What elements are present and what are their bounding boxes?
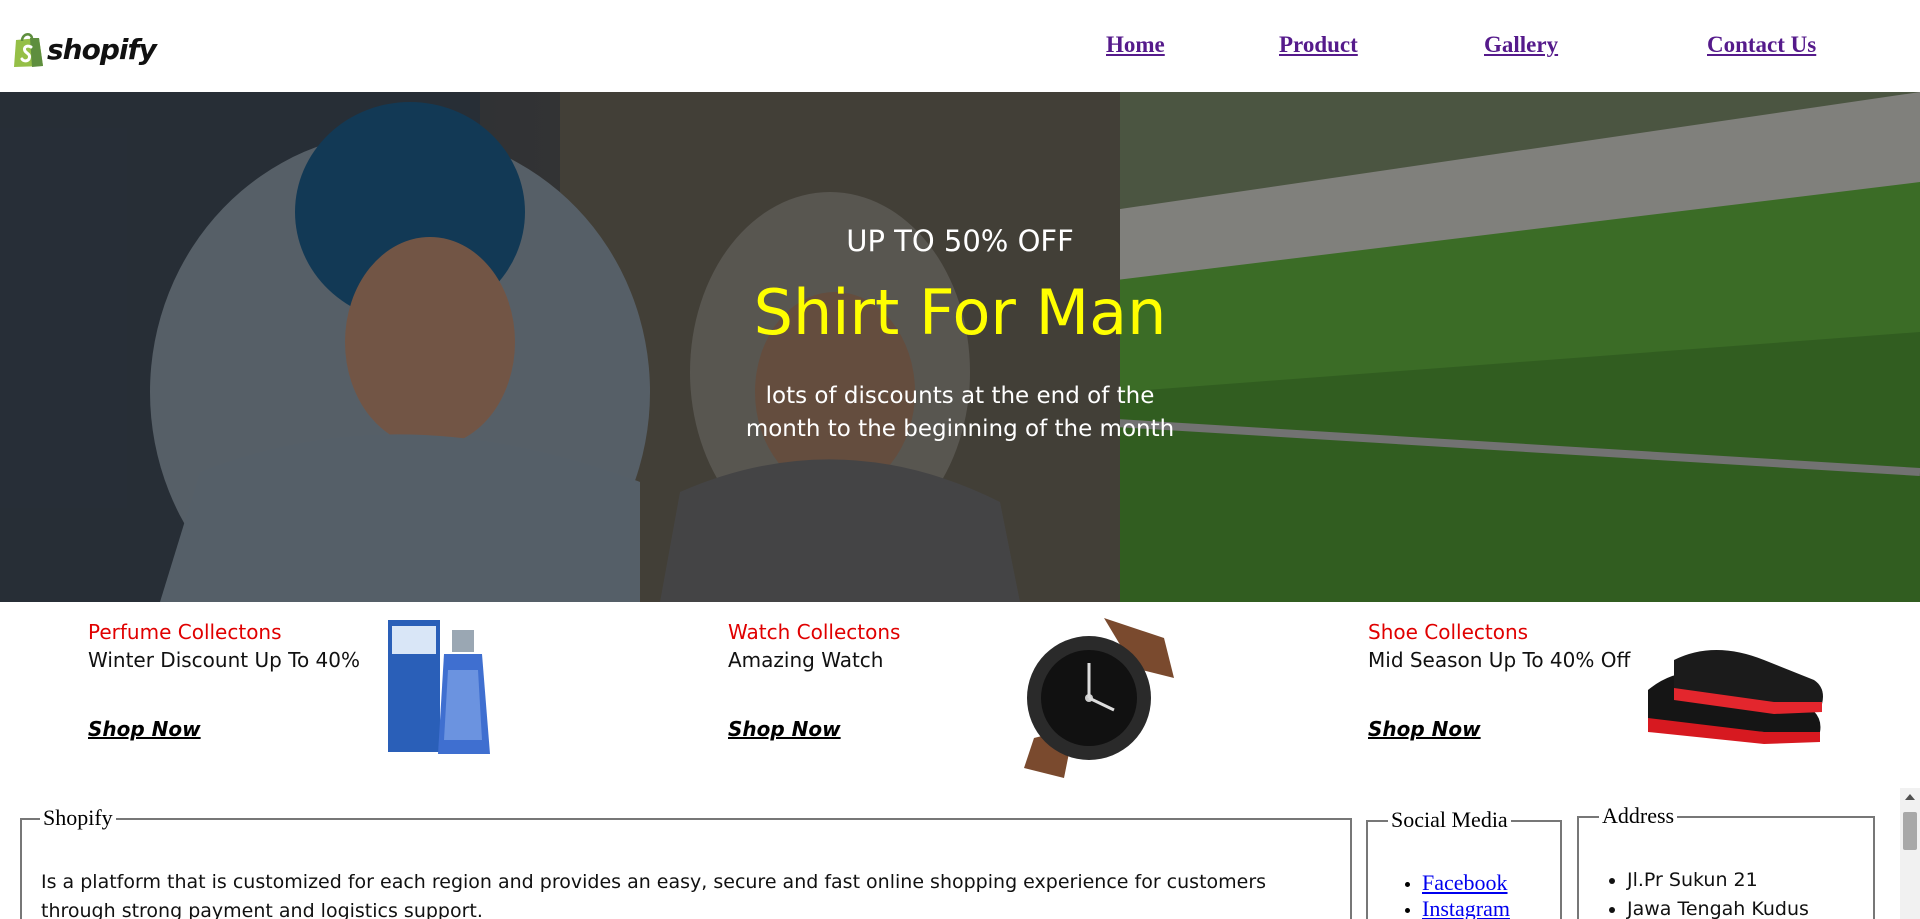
hero-promo: UP TO 50% OFF (846, 224, 1074, 258)
social-media-legend: Social Media (1388, 807, 1511, 833)
collection-description: Winter Discount Up To 40% (88, 648, 361, 672)
shopping-bag-icon (12, 30, 44, 68)
address-line: Jl.Pr Sukun 21 (1627, 866, 1809, 895)
shoe-image (1648, 650, 1823, 744)
about-legend: Shopify (40, 805, 116, 831)
hero-desc-line-2: month to the beginning of the month (745, 416, 1175, 442)
social-media-fieldset: Social Media Facebook Instagram (1366, 807, 1562, 919)
hero-banner: UP TO 50% OFF Shirt For Man lots of disc… (0, 92, 1920, 602)
address-fieldset: Address Jl.Pr Sukun 21 Jawa Tengah Kudus (1577, 803, 1875, 919)
perfume-bottle-image (388, 620, 490, 754)
collection-shoe: Shoe Collectons Mid Season Up To 40% Off… (1368, 620, 1631, 741)
shopify-logo[interactable]: shopify (12, 30, 157, 68)
list-item: Instagram (1422, 896, 1510, 919)
wrist-watch-image (1024, 618, 1174, 778)
collection-perfume: Perfume Collectons Winter Discount Up To… (88, 620, 361, 741)
nav-link-product[interactable]: Product (1279, 32, 1358, 58)
site-header: shopify Home Product Gallery Contact Us (0, 0, 1920, 92)
shop-now-link-shoe[interactable]: Shop Now (1368, 717, 1481, 741)
list-item: Facebook (1422, 870, 1510, 896)
nav-link-gallery[interactable]: Gallery (1484, 32, 1558, 58)
address-list: Jl.Pr Sukun 21 Jawa Tengah Kudus (1573, 866, 1809, 919)
scroll-up-arrow-icon[interactable] (1905, 794, 1915, 800)
about-fieldset: Shopify Is a platform that is customized… (20, 805, 1352, 919)
collection-description: Amazing Watch (728, 648, 884, 672)
address-line: Jawa Tengah Kudus (1627, 895, 1809, 919)
instagram-link[interactable]: Instagram (1422, 896, 1510, 919)
nav-link-contact-us[interactable]: Contact Us (1707, 32, 1816, 58)
collection-category: Shoe Collectons (1368, 620, 1529, 644)
brand-name: shopify (47, 32, 157, 66)
address-legend: Address (1599, 803, 1678, 829)
collection-category: Perfume Collectons (88, 620, 282, 644)
collection-watch: Watch Collectons Amazing Watch Shop Now (728, 620, 901, 741)
about-text: Is a platform that is customized for eac… (41, 871, 1267, 919)
scroll-thumb[interactable] (1903, 812, 1917, 850)
hero-title: Shirt For Man (753, 276, 1167, 349)
shop-now-link-perfume[interactable]: Shop Now (88, 717, 201, 741)
page-scrollbar[interactable] (1900, 788, 1920, 919)
hero-desc-line-1: lots of discounts at the end of the (765, 383, 1155, 409)
shop-now-link-watch[interactable]: Shop Now (728, 717, 841, 741)
collection-description: Mid Season Up To 40% Off (1368, 648, 1631, 672)
nav-link-home[interactable]: Home (1106, 32, 1165, 58)
collection-category: Watch Collectons (728, 620, 901, 644)
facebook-link[interactable]: Facebook (1422, 870, 1508, 895)
hero-description: lots of discounts at the end of the mont… (0, 380, 1920, 446)
social-links-list: Facebook Instagram (1368, 870, 1510, 919)
